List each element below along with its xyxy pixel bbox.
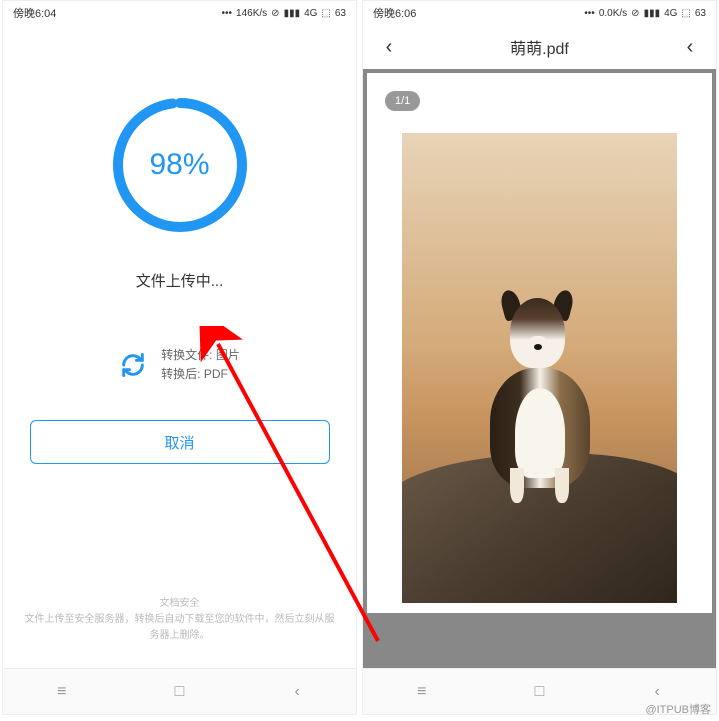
dnd-icon: ⊘	[271, 8, 279, 19]
security-title: 文档安全	[23, 596, 336, 612]
refresh-icon	[119, 351, 147, 379]
cancel-button[interactable]: 取消	[30, 420, 330, 464]
upload-status-text: 文件上传中...	[136, 270, 224, 291]
battery-icon: ⬚	[321, 8, 330, 19]
battery-icon: ⬚	[681, 8, 690, 19]
progress-percent: 98%	[149, 148, 209, 182]
signal-icon: ▮▮▮	[644, 8, 661, 19]
nav-back-button[interactable]: ‹	[277, 683, 317, 701]
pdf-header: ‹ 萌萌.pdf ‹	[363, 25, 716, 69]
page-indicator: 1/1	[385, 91, 420, 111]
status-speed: 146K/s	[236, 8, 267, 19]
progress-ring: 98%	[105, 90, 255, 240]
nav-recent-button[interactable]: ≡	[402, 683, 442, 701]
convert-info: 转换文件: 图片 转换后: PDF	[119, 346, 240, 384]
dnd-icon: ⊘	[631, 8, 639, 19]
nav-back-button[interactable]: ‹	[637, 683, 677, 701]
security-notice: 文档安全 文件上传至安全服务器，转换后自动下载至您的软件中，然后立刻从服务器上删…	[3, 596, 356, 644]
nav-home-button[interactable]: □	[159, 683, 199, 701]
convert-source-value: 图片	[216, 348, 240, 362]
pdf-title: 萌萌.pdf	[401, 35, 678, 59]
pdf-page: 1/1	[367, 73, 712, 613]
convert-target-value: PDF	[204, 367, 228, 381]
back-button[interactable]: ‹	[377, 36, 401, 59]
dots-icon: •••	[222, 8, 233, 19]
security-desc: 文件上传至安全服务器，转换后自动下载至您的软件中，然后立刻从服务器上删除。	[23, 612, 336, 644]
convert-text: 转换文件: 图片 转换后: PDF	[161, 346, 240, 384]
phone-pdf-viewer: 傍晚6:06 ••• 0.0K/s ⊘ ▮▮▮ 4G ⬚ 63 ‹ 萌萌.pdf…	[362, 0, 717, 715]
nav-recent-button[interactable]: ≡	[42, 683, 82, 701]
navigation-bar: ≡ □ ‹	[3, 668, 356, 714]
pdf-viewer-area[interactable]: 1/1	[363, 69, 716, 668]
status-network: 4G	[304, 8, 317, 19]
status-time: 傍晚6:06	[373, 5, 584, 21]
status-indicators: ••• 146K/s ⊘ ▮▮▮ 4G ⬚ 63	[222, 8, 346, 19]
pdf-image-content	[402, 133, 677, 603]
share-button[interactable]: ‹	[678, 36, 702, 59]
upload-content: 98% 文件上传中... 转换文件: 图片 转换后: PDF 取消	[3, 25, 356, 668]
convert-target-label: 转换后:	[161, 367, 204, 381]
status-indicators: ••• 0.0K/s ⊘ ▮▮▮ 4G ⬚ 63	[584, 8, 706, 19]
watermark: @ITPUB博客	[645, 701, 711, 717]
status-bar: 傍晚6:06 ••• 0.0K/s ⊘ ▮▮▮ 4G ⬚ 63	[363, 1, 716, 25]
status-battery: 63	[335, 8, 346, 19]
dots-icon: •••	[584, 8, 595, 19]
status-speed: 0.0K/s	[599, 8, 627, 19]
convert-source-label: 转换文件:	[161, 348, 216, 362]
status-network: 4G	[664, 8, 677, 19]
status-bar: 傍晚6:04 ••• 146K/s ⊘ ▮▮▮ 4G ⬚ 63	[3, 1, 356, 25]
phone-upload-screen: 傍晚6:04 ••• 146K/s ⊘ ▮▮▮ 4G ⬚ 63 98% 文件上传…	[2, 0, 357, 715]
signal-icon: ▮▮▮	[284, 8, 301, 19]
status-time: 傍晚6:04	[13, 5, 222, 21]
status-battery: 63	[695, 8, 706, 19]
nav-home-button[interactable]: □	[519, 683, 559, 701]
